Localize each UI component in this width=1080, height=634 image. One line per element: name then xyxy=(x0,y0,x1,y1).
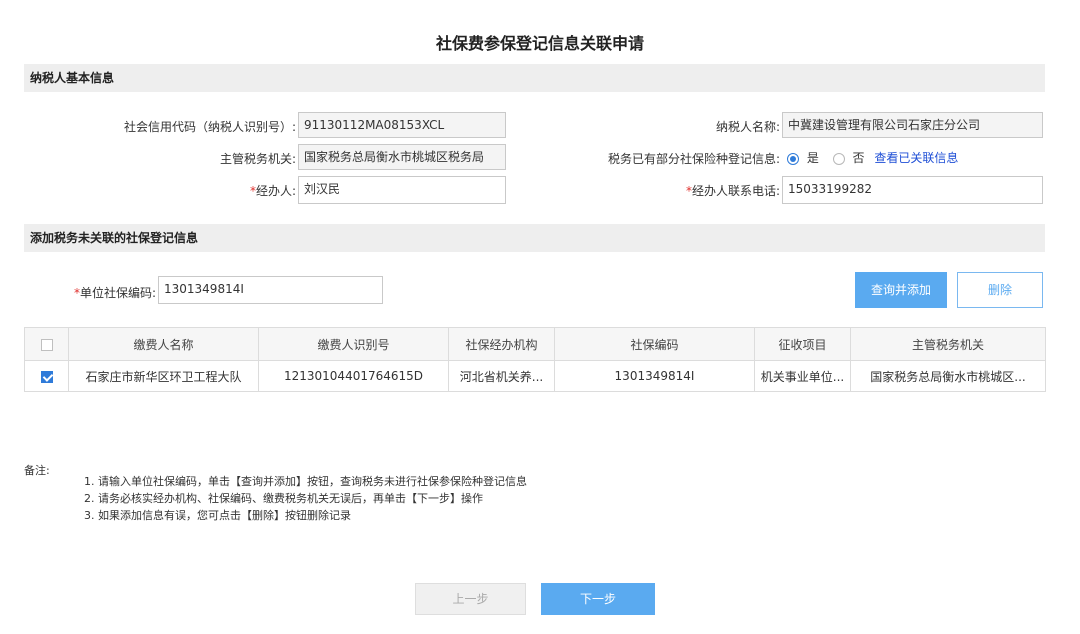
prev-step-button[interactable]: 上一步 xyxy=(415,583,526,615)
radio-yes[interactable] xyxy=(787,152,799,165)
query-add-button[interactable]: 查询并添加 xyxy=(855,272,947,308)
select-all-cell xyxy=(24,327,69,361)
section-header-taxpayer-info: 纳税人基本信息 xyxy=(24,64,1045,92)
tax-authority-label: 主管税务机关: xyxy=(219,152,296,166)
agent-field[interactable]: 刘汉民 xyxy=(298,176,506,204)
col-header-social-agency: 社保经办机构 xyxy=(448,327,555,361)
table-header-row: 缴费人名称 缴费人识别号 社保经办机构 社保编码 征收项目 主管税务机关 xyxy=(24,327,1046,361)
page-title: 社保费参保登记信息关联申请 xyxy=(435,34,644,53)
note-item: 3. 如果添加信息有误，您可点击【删除】按钮删除记录 xyxy=(84,509,351,522)
col-header-tax-authority: 主管税务机关 xyxy=(850,327,1046,361)
agent-label: *经办人: xyxy=(249,184,296,198)
agent-phone-field[interactable]: 15033199282 xyxy=(782,176,1043,204)
col-header-payer-name: 缴费人名称 xyxy=(68,327,259,361)
select-all-checkbox[interactable] xyxy=(40,338,53,351)
cell-collection-item: 机关事业单位... xyxy=(754,360,851,392)
credit-code-label: 社会信用代码（纳税人识别号）: xyxy=(123,120,296,134)
view-linked-info-link[interactable]: 查看已关联信息 xyxy=(874,151,958,165)
unit-code-input[interactable]: 1301349814I xyxy=(158,276,383,304)
section-header-add-unlinked: 添加税务未关联的社保登记信息 xyxy=(24,224,1045,252)
radio-yes-label: 是 xyxy=(806,151,819,165)
notes-list: 1. 请输入单位社保编码，单击【查询并添加】按钮，查询税务未进行社保参保险种登记… xyxy=(84,473,527,524)
radio-no-label: 否 xyxy=(852,151,865,165)
next-step-button[interactable]: 下一步 xyxy=(541,583,655,615)
delete-button[interactable]: 删除 xyxy=(957,272,1043,308)
row-checkbox[interactable] xyxy=(40,370,53,383)
col-header-collection-item: 征收项目 xyxy=(754,327,851,361)
credit-code-field[interactable]: 91130112MA08153XCL xyxy=(298,112,506,138)
cell-social-agency: 河北省机关养... xyxy=(448,360,555,392)
section-title: 添加税务未关联的社保登记信息 xyxy=(30,231,199,245)
table-row[interactable]: 石家庄市新华区环卫工程大队 12130104401764615D 河北省机关养.… xyxy=(24,360,1046,392)
registered-radio-group: 是 否 查看已关联信息 xyxy=(787,149,958,166)
section-title: 纳税人基本信息 xyxy=(30,71,115,85)
registered-info-label: 税务已有部分社保险种登记信息: xyxy=(607,152,780,166)
row-select-cell xyxy=(24,360,69,392)
taxpayer-name-label: 纳税人名称: xyxy=(715,120,780,134)
note-item: 1. 请输入单位社保编码，单击【查询并添加】按钮，查询税务未进行社保参保险种登记… xyxy=(84,475,527,488)
agent-phone-label: *经办人联系电话: xyxy=(685,184,780,198)
cell-tax-authority: 国家税务总局衡水市桃城区... xyxy=(850,360,1046,392)
unit-code-label: *单位社保编码: xyxy=(73,286,156,300)
taxpayer-name-field[interactable]: 中冀建设管理有限公司石家庄分公司 xyxy=(782,112,1043,138)
col-header-social-code: 社保编码 xyxy=(554,327,755,361)
radio-no[interactable] xyxy=(832,152,845,165)
linked-info-table: 缴费人名称 缴费人识别号 社保经办机构 社保编码 征收项目 主管税务机关 石家庄… xyxy=(24,327,1046,392)
cell-payer-name: 石家庄市新华区环卫工程大队 xyxy=(68,360,259,392)
col-header-payer-id: 缴费人识别号 xyxy=(258,327,449,361)
cell-payer-id: 12130104401764615D xyxy=(258,360,449,392)
cell-social-code: 1301349814I xyxy=(554,360,755,392)
tax-authority-field[interactable]: 国家税务总局衡水市桃城区税务局 xyxy=(298,144,506,170)
notes-label: 备注: xyxy=(24,464,50,477)
note-item: 2. 请务必核实经办机构、社保编码、缴费税务机关无误后，再单击【下一步】操作 xyxy=(84,492,483,505)
